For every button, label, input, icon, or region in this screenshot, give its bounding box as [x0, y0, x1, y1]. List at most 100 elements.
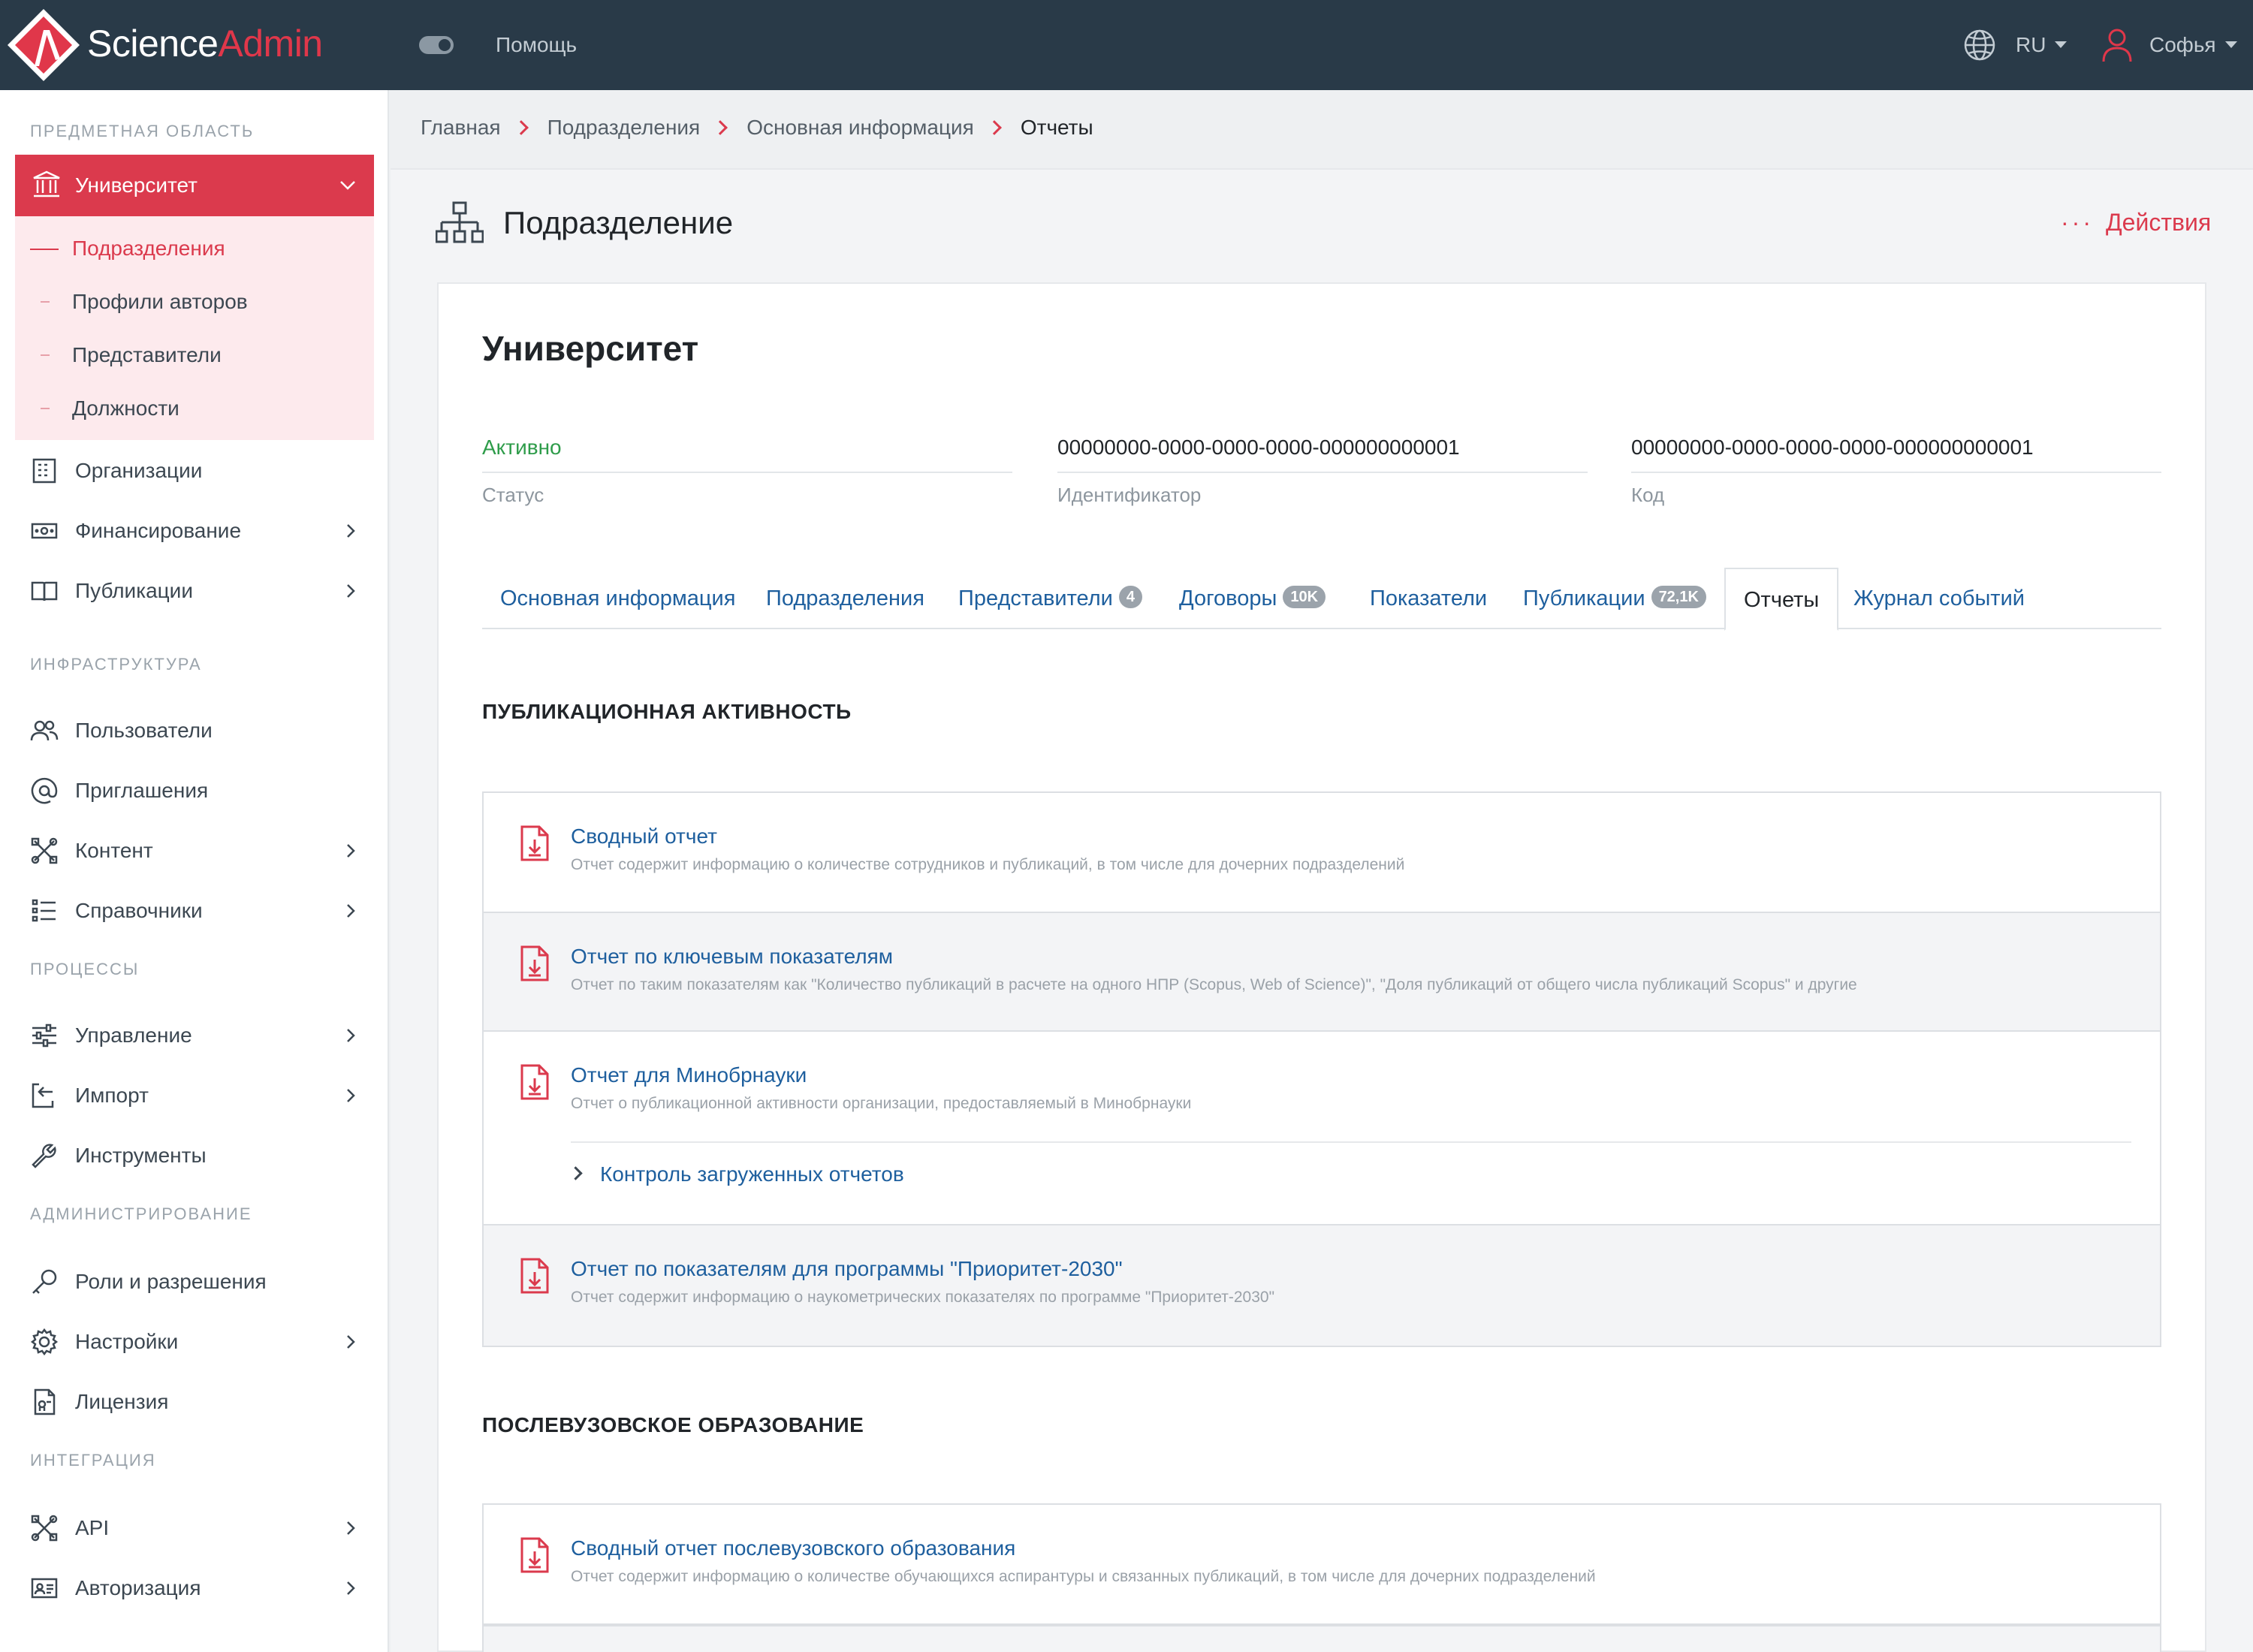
- field-divider: [1631, 472, 2161, 473]
- sidebar-item-label: Публикации: [75, 579, 193, 602]
- actions-button[interactable]: ··· Действия: [2061, 207, 2211, 237]
- tab-main-info[interactable]: Основная информация: [500, 568, 735, 629]
- field-divider: [1057, 472, 1588, 473]
- report-item[interactable]: Отчет для Минобрнауки Отчет о публикацио…: [484, 1032, 2160, 1225]
- sidebar-item-authorization[interactable]: Авторизация: [30, 1569, 360, 1607]
- sidebar-section-title: ПРОЦЕССЫ: [30, 960, 140, 978]
- report-title[interactable]: Сводный отчет послевузовского образовани…: [571, 1535, 1015, 1562]
- status-value: Активно: [482, 436, 562, 459]
- field-divider: [482, 472, 1012, 473]
- sidebar-item-university[interactable]: Университет: [15, 155, 374, 216]
- tab-event-log[interactable]: Журнал событий: [1853, 568, 2025, 629]
- report-item[interactable]: Сводный отчет Отчет содержит информацию …: [484, 793, 2160, 913]
- sidebar-item-organizations[interactable]: Организации: [30, 452, 360, 490]
- tools-icon: [31, 837, 58, 864]
- identifier-label: Идентификатор: [1057, 484, 1202, 506]
- sidebar-item-label: Импорт: [75, 1084, 149, 1107]
- identifier-value: 00000000-0000-0000-0000-000000000001: [1057, 436, 1460, 459]
- import-icon: [32, 1083, 54, 1108]
- sidebar-item-invitations[interactable]: Приглашения: [30, 772, 360, 809]
- sidebar-item-license[interactable]: Лицензия: [30, 1383, 360, 1421]
- breadcrumb-divisions[interactable]: Подразделения: [547, 116, 701, 139]
- sidebar-item-label: Университет: [75, 173, 198, 197]
- building-icon: [32, 458, 56, 484]
- sub-item-marker: [41, 408, 50, 409]
- sidebar-subitem-positions[interactable]: Должности: [72, 396, 179, 421]
- report-list: Сводный отчет Отчет содержит информацию …: [482, 791, 2161, 1347]
- brand-part-admin: Admin: [218, 23, 323, 65]
- chevron-right-icon: [347, 904, 355, 918]
- sidebar-item-publications[interactable]: Публикации: [30, 572, 360, 610]
- user-menu[interactable]: Софья: [2149, 32, 2237, 59]
- sidebar-section-title: ИНФРАСТРУКТУРА: [30, 655, 202, 674]
- sidebar-subitem-author-profiles[interactable]: Профили авторов: [72, 289, 248, 315]
- sidebar-item-financing[interactable]: Финансирование: [30, 512, 360, 550]
- brand-name[interactable]: ScienceAdmin: [87, 23, 323, 65]
- sidebar-item-management[interactable]: Управление: [30, 1017, 360, 1054]
- chevron-right-icon: [713, 120, 728, 135]
- report-item[interactable]: Отчет по показателям для программы "Прио…: [484, 1225, 2160, 1346]
- tab-publications[interactable]: Публикации 72,1K: [1523, 568, 1706, 629]
- pdf-download-icon: [520, 945, 549, 981]
- sidebar-item-import[interactable]: Импорт: [30, 1077, 360, 1114]
- sidebar-item-settings[interactable]: Настройки: [30, 1323, 360, 1361]
- sidebar-item-directories[interactable]: Справочники: [30, 892, 360, 930]
- breadcrumb-main-info[interactable]: Основная информация: [746, 116, 974, 139]
- sidebar-subitem-representatives[interactable]: Представители: [72, 342, 222, 368]
- tab-indicators[interactable]: Показатели: [1370, 568, 1487, 629]
- tab-label: Основная информация: [500, 586, 736, 610]
- sub-item-marker: [30, 249, 59, 250]
- more-dots-icon: ···: [2061, 209, 2094, 236]
- sidebar-item-label: Лицензия: [75, 1390, 169, 1413]
- tab-bar: Основная информация Подразделения Предст…: [482, 568, 2161, 631]
- toggle-knob: [439, 39, 451, 51]
- caret-down-icon: [2055, 41, 2068, 49]
- list-icon: [32, 899, 56, 922]
- report-item[interactable]: [484, 1625, 2160, 1652]
- report-list: Сводный отчет послевузовского образовани…: [482, 1503, 2161, 1652]
- report-item[interactable]: Сводный отчет послевузовского образовани…: [484, 1505, 2160, 1625]
- report-title[interactable]: Отчет по ключевым показателям: [571, 943, 893, 970]
- breadcrumb-home[interactable]: Главная: [421, 116, 501, 139]
- tab-contracts[interactable]: Договоры 10K: [1179, 568, 1326, 629]
- tab-divisions[interactable]: Подразделения: [766, 568, 924, 629]
- at-icon: [31, 777, 58, 804]
- tab-representatives[interactable]: Представители 4: [958, 568, 1142, 629]
- sidebar-item-label: Управление: [75, 1023, 192, 1047]
- chevron-right-icon: [569, 1166, 583, 1180]
- globe-icon[interactable]: [1963, 29, 1996, 62]
- tab-reports[interactable]: Отчеты: [1724, 568, 1839, 631]
- logo-icon[interactable]: [6, 8, 81, 83]
- report-description: Отчет содержит информацию о наукометриче…: [571, 1289, 1275, 1306]
- chevron-right-icon: [347, 1089, 355, 1102]
- tab-label: Договоры: [1179, 586, 1277, 610]
- help-link[interactable]: Помощь: [496, 32, 577, 59]
- report-title[interactable]: Сводный отчет: [571, 823, 717, 850]
- sidebar-toggle[interactable]: [419, 36, 454, 54]
- code-label: Код: [1631, 484, 1665, 506]
- sub-item-marker: [41, 301, 50, 303]
- report-title[interactable]: Отчет для Минобрнауки: [571, 1062, 807, 1089]
- chevron-right-icon: [347, 584, 355, 598]
- report-title[interactable]: Отчет по показателям для программы "Прио…: [571, 1256, 1123, 1283]
- top-bar: ScienceAdmin Помощь RU Софья: [0, 0, 2253, 90]
- sublink-label: Контроль загруженных отчетов: [600, 1162, 904, 1186]
- report-item[interactable]: Отчет по ключевым показателям Отчет по т…: [484, 913, 2160, 1032]
- sidebar-item-api[interactable]: API: [30, 1509, 360, 1547]
- tab-label: Журнал событий: [1853, 586, 2025, 610]
- sidebar-item-users[interactable]: Пользователи: [30, 712, 360, 749]
- brand-part-science: Science: [87, 23, 219, 65]
- caret-down-icon: [2224, 41, 2237, 49]
- sidebar-item-roles[interactable]: Роли и разрешения: [30, 1263, 360, 1301]
- divider: [571, 1141, 2131, 1143]
- sidebar-item-content[interactable]: Контент: [30, 832, 360, 870]
- sliders-icon: [32, 1023, 56, 1048]
- sidebar-section-title: ПРЕДМЕТНАЯ ОБЛАСТЬ: [30, 122, 255, 140]
- pdf-download-icon: [520, 1064, 549, 1100]
- sidebar-item-tools[interactable]: Инструменты: [30, 1137, 360, 1174]
- uploaded-reports-toggle[interactable]: Контроль загруженных отчетов: [569, 1161, 904, 1188]
- user-icon[interactable]: [2100, 27, 2134, 63]
- language-selector[interactable]: RU: [2016, 32, 2068, 59]
- tab-label: Представители: [958, 586, 1113, 610]
- sidebar-subitem-divisions[interactable]: Подразделения: [72, 236, 225, 261]
